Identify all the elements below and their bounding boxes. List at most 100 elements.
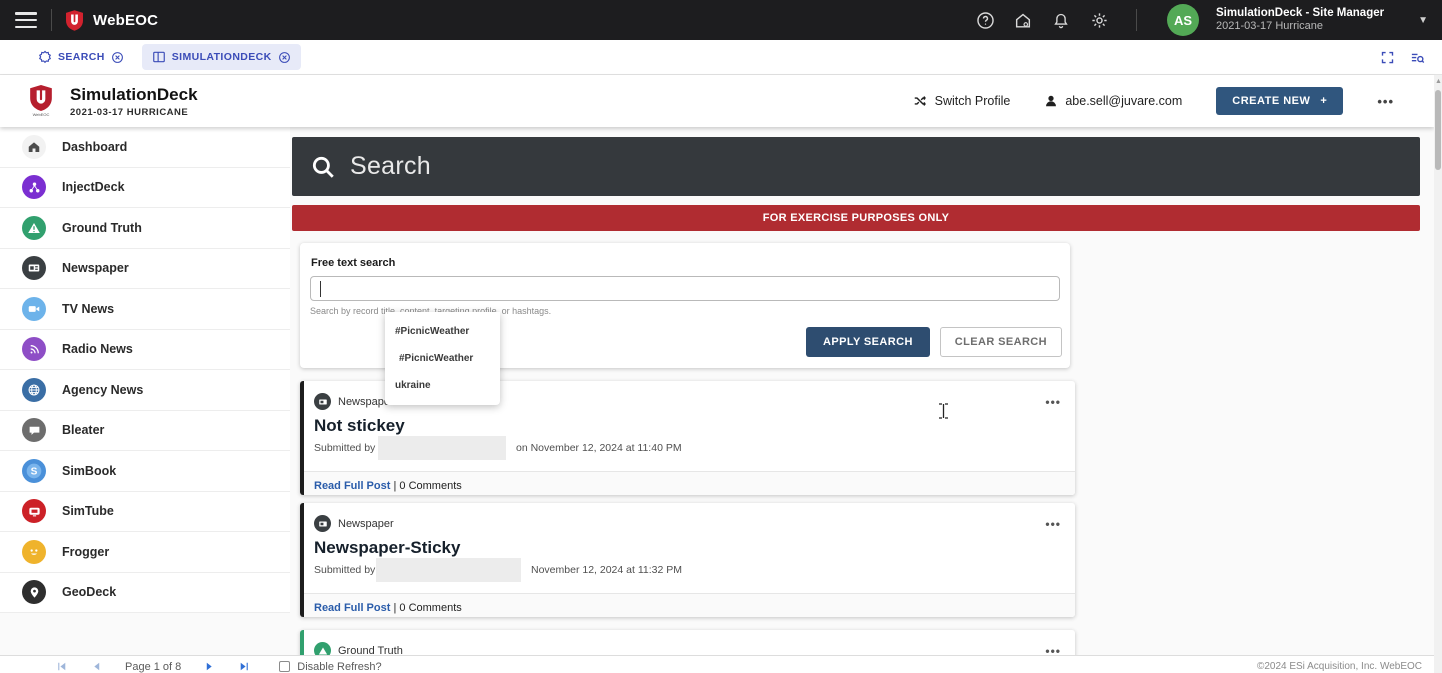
smiley-icon xyxy=(22,540,46,564)
read-full-post-link[interactable]: Read Full Post xyxy=(314,602,390,614)
search-icon xyxy=(310,154,336,180)
svg-text:S: S xyxy=(31,466,38,477)
clear-search-button[interactable]: CLEAR SEARCH xyxy=(940,327,1062,357)
post-more-menu[interactable]: ••• xyxy=(1045,395,1061,409)
shuffle-icon xyxy=(912,94,928,108)
sidebar-item-frogger[interactable]: Frogger xyxy=(0,532,290,573)
fullscreen-icon[interactable] xyxy=(1380,50,1395,65)
user-email-label: abe.sell@juvare.com xyxy=(1065,94,1182,108)
page-title: SimulationDeck xyxy=(70,85,198,105)
copyright-text: ©2024 ESi Acquisition, Inc. WebEOC xyxy=(1257,661,1422,672)
read-full-post-link[interactable]: Read Full Post xyxy=(314,480,390,492)
sidebar: Dashboard InjectDeck Ground Truth Newspa… xyxy=(0,127,290,613)
sidebar-item-injectdeck[interactable]: InjectDeck xyxy=(0,168,290,209)
first-page-icon[interactable] xyxy=(55,660,68,673)
tab-simulationdeck-label: SIMULATIONDECK xyxy=(172,51,272,63)
tab-close-icon[interactable] xyxy=(278,51,291,64)
rss-icon xyxy=(22,337,46,361)
sidebar-item-geodeck[interactable]: GeoDeck xyxy=(0,573,290,614)
suggestion-item[interactable]: ukraine xyxy=(385,372,500,399)
footer-bar: Page 1 of 8 Disable Refresh? ©2024 ESi A… xyxy=(0,655,1434,673)
scrollbar-up-arrow[interactable]: ▲ xyxy=(1435,78,1442,85)
post-footer: Read Full Post | 0 Comments xyxy=(300,471,1075,495)
topbar-divider xyxy=(51,9,52,31)
hamburger-menu-icon[interactable] xyxy=(15,12,37,28)
settings-gear-icon[interactable] xyxy=(1084,5,1114,35)
user-email[interactable]: abe.sell@juvare.com xyxy=(1044,94,1182,108)
seal-star-icon xyxy=(38,50,52,64)
tab-bar: SEARCH SIMULATIONDECK xyxy=(0,40,1442,75)
post-title: Not stickey xyxy=(300,410,1075,436)
person-icon xyxy=(1044,94,1058,108)
tab-close-icon[interactable] xyxy=(111,51,124,64)
tab-search-label: SEARCH xyxy=(58,51,105,63)
newspaper-channel-icon xyxy=(314,393,331,410)
top-app-bar: WebEOC AS SimulationDeck - Site Manager … xyxy=(0,0,1442,40)
switch-profile-button[interactable]: Switch Profile xyxy=(912,94,1011,108)
search-list-icon[interactable] xyxy=(1409,50,1426,65)
search-banner-title: Search xyxy=(350,152,431,181)
page-indicator: Page 1 of 8 xyxy=(125,661,181,673)
vertical-scrollbar[interactable]: ▲ xyxy=(1434,75,1442,673)
disable-refresh-label: Disable Refresh? xyxy=(297,661,381,673)
sidebar-item-simbook[interactable]: S SimBook xyxy=(0,451,290,492)
sidebar-item-ground-truth[interactable]: Ground Truth xyxy=(0,208,290,249)
previous-page-icon[interactable] xyxy=(90,660,103,673)
suggestion-item[interactable]: #PicnicWeather xyxy=(385,345,500,372)
home-icon xyxy=(22,135,46,159)
newspaper-icon xyxy=(22,256,46,280)
post-submitted-line: Submitted by on November 12, 2024 at 11:… xyxy=(300,436,1075,462)
header-more-menu[interactable]: ••• xyxy=(1377,94,1394,109)
brand: WebEOC xyxy=(66,10,158,31)
profile-summary[interactable]: SimulationDeck - Site Manager 2021-03-17… xyxy=(1216,6,1384,34)
notifications-bell-icon[interactable] xyxy=(1046,5,1076,35)
redacted-author xyxy=(378,436,506,460)
comments-count: 0 Comments xyxy=(399,602,461,614)
create-new-button[interactable]: CREATE NEW+ xyxy=(1216,87,1343,115)
tv-screen-icon xyxy=(22,499,46,523)
redacted-author xyxy=(376,558,521,582)
post-channel-name: Newspaper xyxy=(338,518,394,530)
profile-incident: 2021-03-17 Hurricane xyxy=(1216,20,1384,34)
logo-caption: WebEOC xyxy=(33,112,50,117)
sidebar-item-simtube[interactable]: SimTube xyxy=(0,492,290,533)
sidebar-item-bleater[interactable]: Bleater xyxy=(0,411,290,452)
free-text-search-input[interactable] xyxy=(310,276,1060,301)
next-page-icon[interactable] xyxy=(203,660,216,673)
last-page-icon[interactable] xyxy=(238,660,251,673)
post-title: Newspaper-Sticky xyxy=(300,532,1075,558)
scrollbar-thumb[interactable] xyxy=(1435,90,1441,170)
warning-triangle-icon xyxy=(22,216,46,240)
globe-icon xyxy=(22,378,46,402)
comments-count: 0 Comments xyxy=(399,480,461,492)
user-avatar[interactable]: AS xyxy=(1167,4,1199,36)
apply-search-button[interactable]: APPLY SEARCH xyxy=(806,327,930,357)
free-text-search-label: Free text search xyxy=(311,257,1060,269)
newspaper-channel-icon xyxy=(314,515,331,532)
disable-refresh-checkbox[interactable] xyxy=(279,661,290,672)
post-footer: Read Full Post | 0 Comments xyxy=(300,593,1075,617)
tab-search[interactable]: SEARCH xyxy=(28,44,134,70)
app-header: WebEOC SimulationDeck 2021-03-17 HURRICA… xyxy=(0,75,1434,127)
search-suggestions-dropdown: #PicnicWeather #PicnicWeather ukraine xyxy=(385,312,500,405)
post-submitted-line: Submitted by November 12, 2024 at 11:32 … xyxy=(300,558,1075,584)
suggestion-item[interactable]: #PicnicWeather xyxy=(385,318,500,345)
help-icon[interactable] xyxy=(970,5,1000,35)
webeoc-shield-logo-icon xyxy=(66,10,83,31)
text-caret xyxy=(320,281,321,297)
sidebar-item-agency-news[interactable]: Agency News xyxy=(0,370,290,411)
tab-simulationdeck[interactable]: SIMULATIONDECK xyxy=(142,44,301,70)
pagination: Page 1 of 8 xyxy=(55,660,251,673)
network-icon xyxy=(22,175,46,199)
map-pin-icon xyxy=(22,580,46,604)
post-more-menu[interactable]: ••• xyxy=(1045,517,1061,531)
sidebar-item-dashboard[interactable]: Dashboard xyxy=(0,127,290,168)
post-card: Newspaper ••• Newspaper-Sticky Submitted… xyxy=(300,503,1075,617)
home-settings-icon[interactable] xyxy=(1008,5,1038,35)
sidebar-item-tv-news[interactable]: TV News xyxy=(0,289,290,330)
mouse-ibeam-cursor xyxy=(938,403,949,419)
chevron-down-icon[interactable]: ▼ xyxy=(1418,15,1428,26)
sidebar-item-newspaper[interactable]: Newspaper xyxy=(0,249,290,290)
simulationdeck-logo-icon: WebEOC xyxy=(30,85,52,117)
sidebar-item-radio-news[interactable]: Radio News xyxy=(0,330,290,371)
